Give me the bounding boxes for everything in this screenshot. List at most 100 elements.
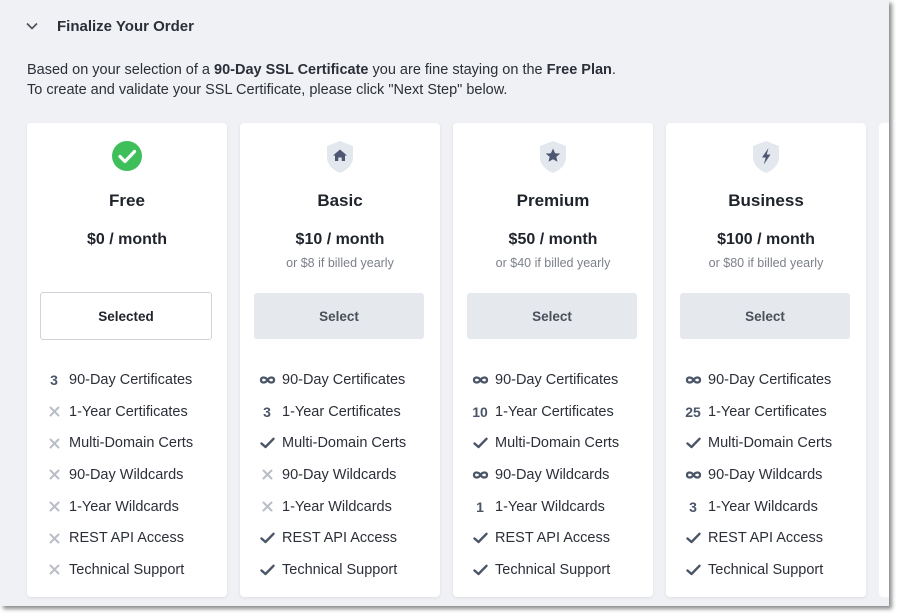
check-icon: [471, 437, 489, 449]
feature-label: 1-Year Certificates: [708, 403, 827, 420]
feature-label: 90-Day Certificates: [495, 371, 619, 388]
infinity-icon: [471, 375, 489, 385]
check-icon: [258, 564, 276, 576]
feature-label: 1-Year Certificates: [282, 403, 401, 420]
feature-item: 90-Day Wildcards: [471, 459, 619, 491]
bolt-shield-icon: [666, 140, 866, 174]
plan-card-premium: Premium $50 / month or $40 if billed yearl…: [453, 123, 653, 597]
plan-price: $10 / month: [295, 231, 385, 248]
check-icon: [684, 564, 702, 576]
feature-item: Multi-Domain Certs: [684, 427, 832, 459]
plan-card-business: Business $100 / month or $80 if billed yea…: [666, 123, 866, 597]
feature-item: Technical Support: [45, 554, 193, 586]
plan-name: Free: [109, 191, 145, 210]
chevron-down-icon[interactable]: [22, 16, 42, 36]
plan-cards: Free $0 / month Selected 3 90-Day Certificat…: [27, 123, 866, 597]
feature-label: REST API Access: [282, 530, 397, 547]
feature-item: 90-Day Certificates: [684, 364, 832, 396]
desc-text: you are fine staying on the: [368, 62, 547, 78]
feature-item: 1-Year Certificates: [45, 396, 193, 428]
desc-certificate: 90-Day SSL Certificate: [214, 62, 369, 78]
feature-label: 1-Year Wildcards: [282, 498, 392, 515]
finalize-order-header[interactable]: Finalize Your Order: [22, 13, 194, 39]
feature-label: Technical Support: [282, 561, 398, 578]
selected-button[interactable]: Selected: [40, 292, 212, 340]
feature-count: 3: [689, 498, 697, 515]
plan-card-basic: Basic $10 / month or $8 if billed yearly Se…: [240, 123, 440, 597]
feature-label: 1-Year Wildcards: [495, 498, 605, 515]
feature-label: Multi-Domain Certs: [69, 435, 194, 452]
feature-label: Technical Support: [69, 561, 185, 578]
star-shield-icon: [453, 140, 653, 174]
feature-item: REST API Access: [45, 522, 193, 554]
plan-yearly-price: or $40 if billed yearly: [495, 256, 611, 270]
feature-label: 90-Day Wildcards: [708, 466, 823, 483]
section-title: Finalize Your Order: [57, 17, 194, 35]
infinity-icon: [471, 470, 489, 480]
cross-icon: [258, 501, 276, 512]
feature-label: 90-Day Wildcards: [495, 466, 610, 483]
plan-name: Business: [728, 191, 804, 210]
cross-icon: [45, 564, 63, 575]
infinity-icon: [684, 375, 702, 385]
feature-label: REST API Access: [495, 530, 610, 547]
cross-icon: [45, 469, 63, 480]
feature-item: 25 1-Year Certificates: [684, 396, 832, 428]
feature-item: 90-Day Certificates: [258, 364, 406, 396]
feature-item: 3 1-Year Certificates: [258, 396, 406, 428]
plan-yearly-price: or $8 if billed yearly: [286, 256, 394, 270]
feature-label: 1-Year Wildcards: [69, 498, 179, 515]
feature-item: 1 1-Year Wildcards: [471, 491, 619, 523]
infinity-icon: [684, 470, 702, 480]
feature-label: Multi-Domain Certs: [495, 435, 620, 452]
feature-count: 25: [685, 403, 701, 420]
feature-item: 90-Day Wildcards: [684, 459, 832, 491]
check-icon: [258, 437, 276, 449]
feature-label: Technical Support: [708, 561, 824, 578]
feature-item: 1-Year Wildcards: [45, 491, 193, 523]
desc-instruction: To create and validate your SSL Certific…: [27, 82, 508, 98]
feature-label: REST API Access: [69, 530, 184, 547]
feature-label: 90-Day Wildcards: [282, 466, 397, 483]
feature-item: Technical Support: [471, 554, 619, 586]
plan-description: Based on your selection of a 90-Day SSL …: [27, 60, 616, 100]
feature-count: 3: [50, 371, 58, 388]
check-icon: [258, 532, 276, 544]
check-circle-icon: [27, 140, 227, 174]
feature-item: 3 1-Year Wildcards: [684, 491, 832, 523]
cross-icon: [45, 501, 63, 512]
feature-item: Multi-Domain Certs: [258, 427, 406, 459]
plan-yearly-price: or $80 if billed yearly: [708, 256, 824, 270]
feature-count: 10: [472, 403, 488, 420]
feature-count: 3: [263, 403, 271, 420]
feature-item: REST API Access: [471, 522, 619, 554]
plan-name: Basic: [317, 191, 363, 210]
plan-price: $50 / month: [508, 231, 598, 248]
feature-label: Multi-Domain Certs: [282, 435, 407, 452]
select-button[interactable]: Select: [680, 293, 850, 339]
feature-list: 3 90-Day Certificates 1-Year Certificates M…: [45, 364, 193, 586]
desc-text: Based on your selection of a: [27, 62, 215, 78]
infinity-icon: [258, 375, 276, 385]
feature-item: 3 90-Day Certificates: [45, 364, 193, 396]
feature-item: REST API Access: [684, 522, 832, 554]
plan-price: $100 / month: [717, 231, 815, 248]
plan-price: $0 / month: [86, 231, 167, 248]
select-button[interactable]: Select: [467, 293, 637, 339]
feature-list: 90-Day Certificates 25 1-Year Certificates…: [684, 364, 832, 586]
feature-item: 10 1-Year Certificates: [471, 396, 619, 428]
feature-label: 1-Year Certificates: [495, 403, 614, 420]
cross-icon: [45, 438, 63, 449]
feature-label: REST API Access: [708, 530, 823, 547]
desc-plan: Free Plan: [546, 62, 612, 78]
select-button[interactable]: Select: [254, 293, 424, 339]
feature-item: REST API Access: [258, 522, 406, 554]
desc-text: .: [611, 62, 616, 78]
feature-item: 90-Day Wildcards: [258, 459, 406, 491]
feature-count: 1: [476, 498, 484, 515]
feature-item: Multi-Domain Certs: [45, 427, 193, 459]
feature-item: 90-Day Certificates: [471, 364, 619, 396]
feature-label: 90-Day Certificates: [69, 371, 193, 388]
feature-item: 1-Year Wildcards: [258, 491, 406, 523]
feature-label: 90-Day Wildcards: [69, 466, 184, 483]
